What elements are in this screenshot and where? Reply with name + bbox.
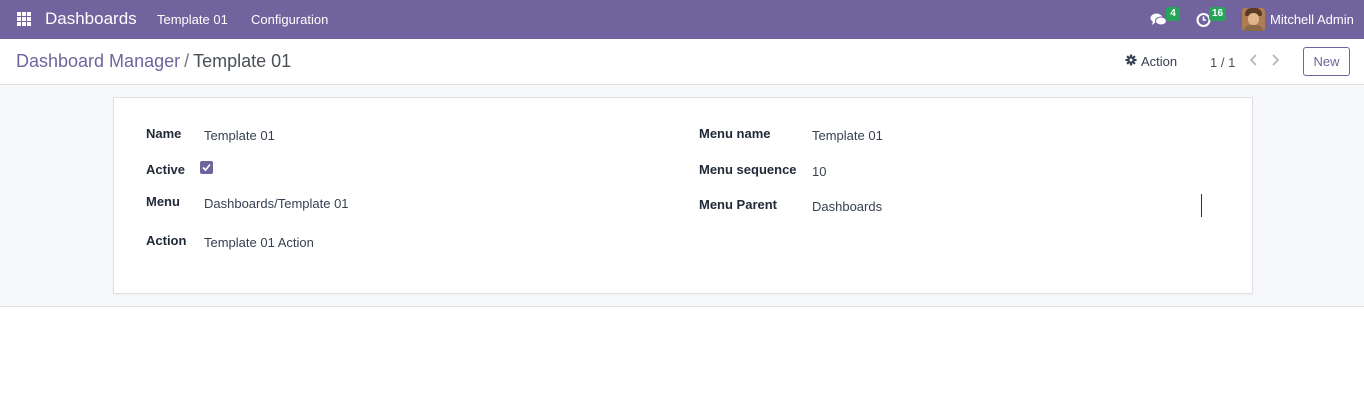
menu-item-template[interactable]: Template 01 xyxy=(157,12,228,27)
avatar[interactable] xyxy=(1242,8,1265,31)
name-field[interactable]: Template 01 xyxy=(204,128,275,143)
breadcrumb-parent[interactable]: Dashboard Manager xyxy=(16,51,180,71)
menu-name-field[interactable]: Template 01 xyxy=(812,128,883,143)
active-checkbox[interactable] xyxy=(200,161,213,174)
action-label: Action xyxy=(146,233,187,248)
app-title[interactable]: Dashboards xyxy=(45,9,137,29)
breadcrumb-current: Template 01 xyxy=(193,51,292,71)
text-cursor xyxy=(1201,194,1202,217)
top-navbar: Dashboards Template 01 Configuration 4 1… xyxy=(0,0,1364,39)
chevron-right-icon[interactable] xyxy=(1269,52,1283,68)
user-menu-name[interactable]: Mitchell Admin xyxy=(1270,12,1354,27)
menu-sequence-field[interactable]: 10 xyxy=(812,164,826,179)
menu-parent-label: Menu Parent xyxy=(699,197,778,212)
chat-icon[interactable] xyxy=(1150,12,1167,28)
menu-field[interactable]: Dashboards/Template 01 xyxy=(204,196,349,211)
action-button-label: Action xyxy=(1141,54,1178,69)
breadcrumb: Dashboard Manager / Template 01 xyxy=(16,51,291,72)
action-button[interactable]: Action xyxy=(1125,54,1177,69)
chevron-left-icon[interactable] xyxy=(1248,52,1262,68)
menu-name-label: Menu name xyxy=(699,126,771,141)
menu-label: Menu xyxy=(146,194,180,209)
activities-badge: 16 xyxy=(1209,7,1227,21)
gear-icon xyxy=(1125,54,1137,69)
active-label: Active xyxy=(146,162,186,177)
menu-sequence-label: Menu sequence xyxy=(699,162,797,177)
breadcrumb-separator: / xyxy=(184,51,190,71)
menu-item-configuration[interactable]: Configuration xyxy=(251,12,328,27)
messages-badge: 4 xyxy=(1166,7,1180,21)
new-button[interactable]: New xyxy=(1303,47,1350,76)
action-field[interactable]: Template 01 Action xyxy=(204,235,314,250)
pager-value[interactable]: 1 / 1 xyxy=(1210,55,1235,70)
apps-grid-icon[interactable] xyxy=(17,12,32,27)
menu-parent-field[interactable]: Dashboards xyxy=(812,199,882,214)
control-panel: Dashboard Manager / Template 01 Action 1 /… xyxy=(0,39,1364,85)
name-label: Name xyxy=(146,126,182,141)
